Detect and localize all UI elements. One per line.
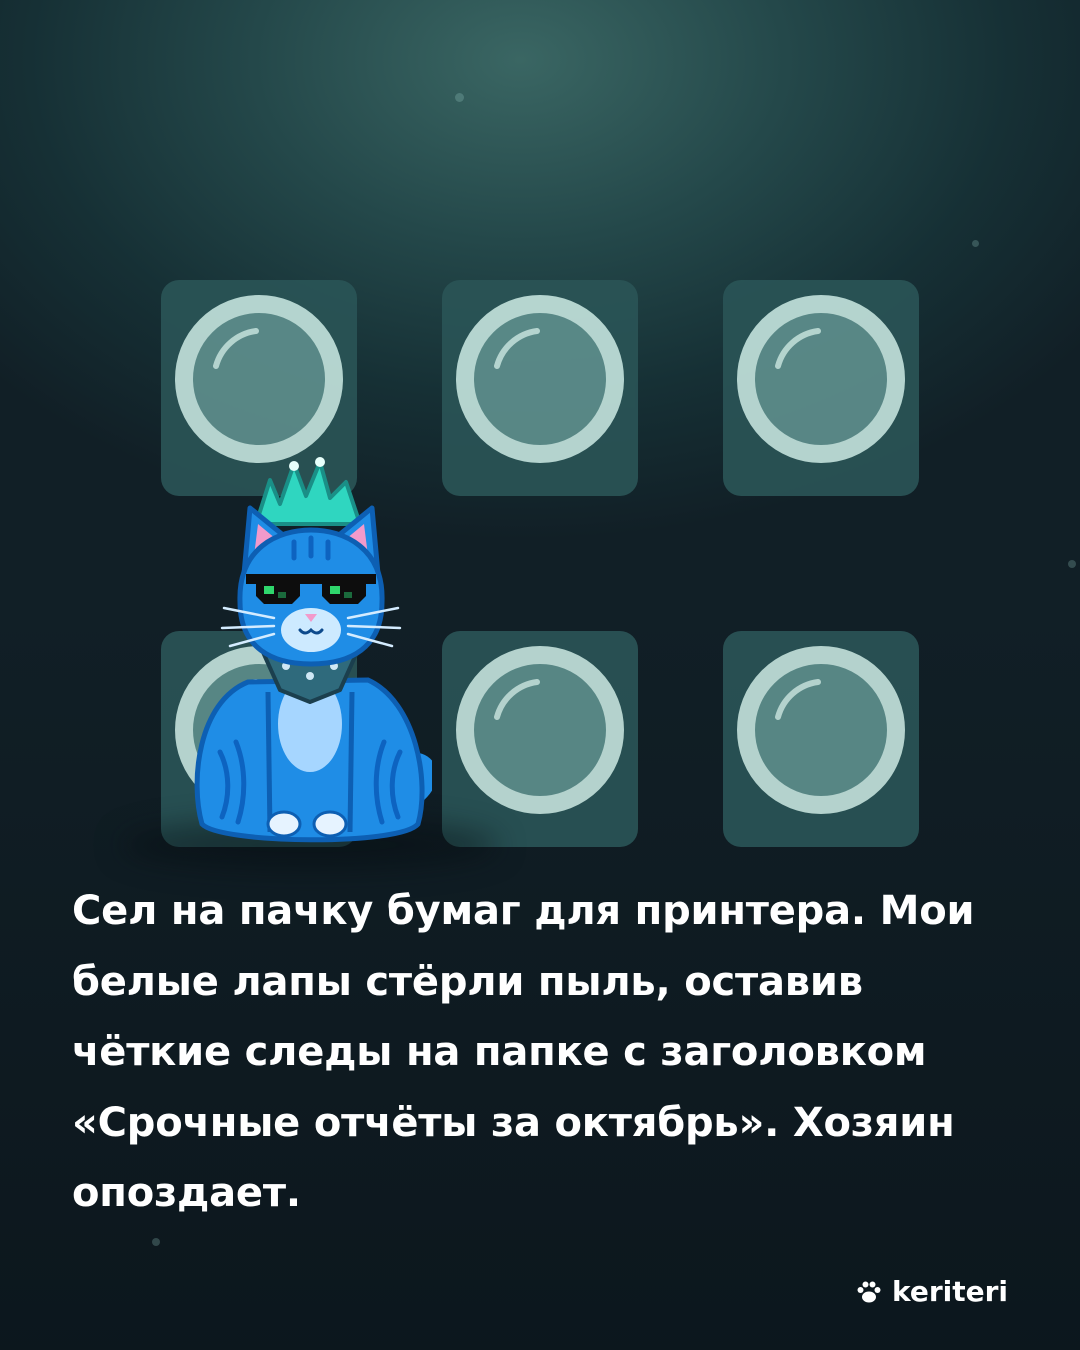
round-button-icon[interactable] (455, 294, 625, 464)
round-button-icon[interactable] (736, 294, 906, 464)
round-button-icon[interactable] (455, 645, 625, 815)
button-tile-3[interactable] (723, 280, 919, 496)
button-tile-5[interactable] (442, 631, 638, 847)
round-button-icon[interactable] (736, 645, 906, 815)
dust-particle (455, 93, 464, 102)
brand-name: keriteri (891, 1275, 1008, 1308)
dust-particle (152, 1238, 160, 1246)
button-tile-6[interactable] (723, 631, 919, 847)
paw-icon (857, 1281, 881, 1302)
blue-cat-character-icon (194, 457, 432, 843)
dust-particle (1068, 560, 1076, 568)
dust-particle (972, 240, 979, 247)
story-caption: Сел на пачку бумаг для принтера. Мои бел… (72, 888, 975, 1216)
button-tile-2[interactable] (442, 280, 638, 496)
brand-watermark: keriteri (856, 1275, 1008, 1308)
round-button-icon[interactable] (174, 294, 344, 464)
